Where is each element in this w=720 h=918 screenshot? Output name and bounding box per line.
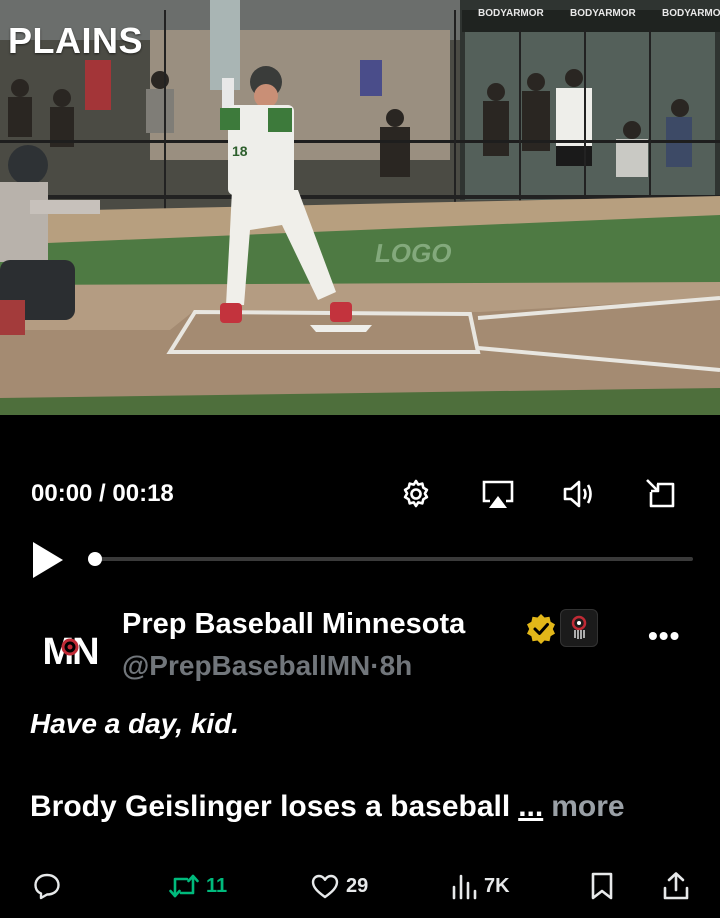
plains-logo: PLAINS bbox=[8, 20, 144, 61]
video-frame[interactable]: LOGO 18 PLAINS BODYARMOR BODYARMOR BODYA… bbox=[0, 0, 720, 415]
more-options-icon[interactable]: ••• bbox=[648, 620, 680, 652]
verified-badge-icon bbox=[525, 612, 557, 644]
share-button[interactable] bbox=[662, 866, 690, 906]
views-button[interactable]: 7K bbox=[450, 866, 510, 906]
show-more-link[interactable]: more bbox=[551, 790, 624, 823]
exit-fullscreen-icon[interactable] bbox=[643, 476, 679, 512]
field-text: LOGO bbox=[373, 238, 455, 268]
display-name[interactable]: Prep Baseball Minnesota bbox=[122, 608, 465, 641]
handle-row: @PrepBaseballMN·8h bbox=[122, 650, 412, 682]
bookmark-button[interactable] bbox=[590, 866, 614, 906]
retweet-count: 11 bbox=[206, 874, 228, 897]
tweet-text-line: Have a day, kid. bbox=[30, 708, 240, 739]
avatar[interactable]: MN bbox=[32, 612, 108, 688]
like-button[interactable]: 29 bbox=[310, 866, 368, 906]
sponsor-banner: BODYARMOR bbox=[570, 8, 636, 19]
volume-icon[interactable] bbox=[560, 476, 596, 512]
reply-button[interactable] bbox=[33, 866, 67, 906]
progress-track[interactable] bbox=[95, 557, 693, 561]
ellipsis: ... bbox=[518, 790, 544, 823]
retweet-icon bbox=[169, 874, 199, 898]
heart-icon bbox=[311, 874, 339, 899]
timestamp[interactable]: 8h bbox=[380, 650, 413, 681]
retweet-button[interactable]: 11 bbox=[168, 866, 227, 906]
affiliate-badge-icon[interactable] bbox=[560, 609, 598, 647]
separator: · bbox=[370, 650, 380, 681]
jersey-number: 18 bbox=[232, 143, 248, 159]
like-count: 29 bbox=[346, 874, 369, 897]
reply-icon bbox=[34, 873, 60, 900]
settings-icon[interactable] bbox=[398, 476, 434, 512]
sponsor-banner: BODYARMOR bbox=[478, 8, 544, 19]
tweet-text-line: Brody Geislinger loses a baseball bbox=[30, 790, 511, 823]
play-button[interactable] bbox=[30, 540, 66, 580]
bookmark-icon bbox=[591, 872, 613, 900]
time-display: 00:00 / 00:18 bbox=[31, 480, 174, 507]
airplay-icon[interactable] bbox=[480, 476, 516, 512]
progress-knob[interactable] bbox=[88, 552, 102, 566]
share-icon bbox=[663, 872, 689, 900]
user-handle[interactable]: @PrepBaseballMN bbox=[122, 650, 370, 681]
tweet-text-truncated: Brody Geislinger loses a baseball... more bbox=[30, 790, 625, 824]
analytics-icon bbox=[452, 874, 477, 900]
video-scene: LOGO 18 bbox=[0, 0, 720, 415]
views-count: 7K bbox=[484, 874, 510, 897]
sponsor-banner: BODYARMOR bbox=[662, 8, 720, 19]
